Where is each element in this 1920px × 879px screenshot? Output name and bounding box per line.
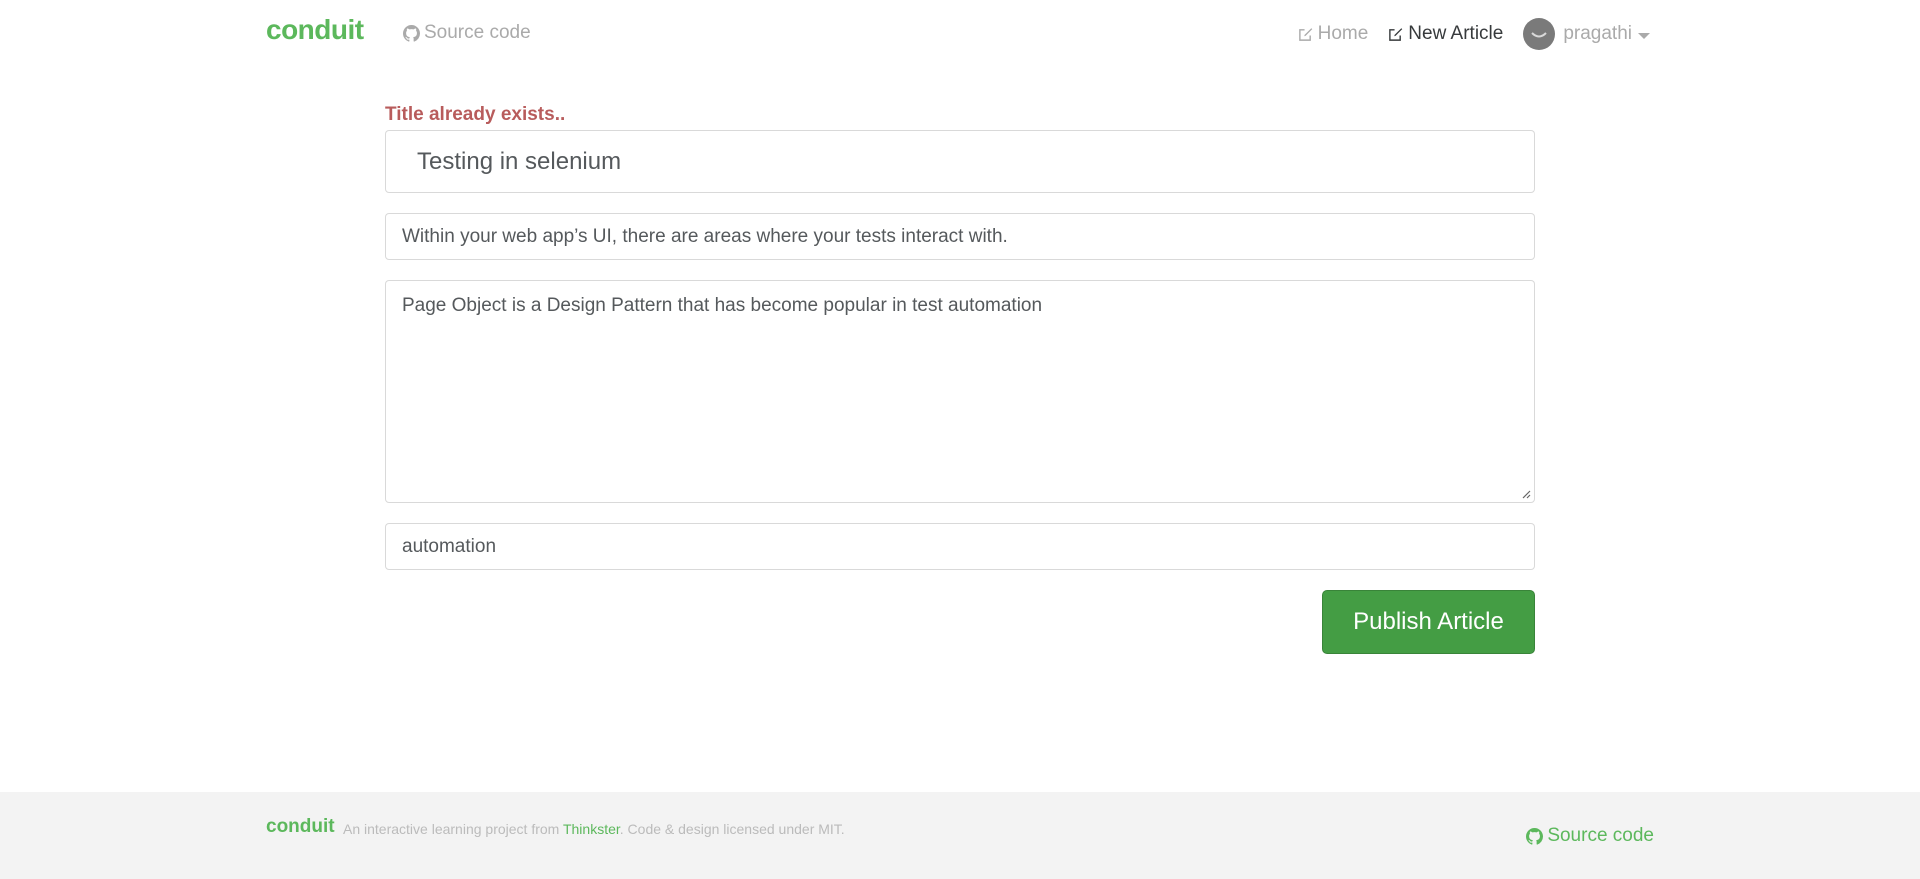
publish-row: Publish Article [385,590,1535,654]
nav-home-label: Home [1317,23,1369,44]
source-code-label: Source code [424,22,531,43]
username: pragathi [1563,23,1632,44]
article-title-input[interactable]: Testing in selenium [385,130,1535,193]
article-body-textarea[interactable]: Page Object is a Design Pattern that has… [385,280,1535,503]
thinkster-link[interactable]: Thinkster [563,821,620,837]
nav-new-article-label: New Article [1408,23,1504,44]
footer-text-before: An interactive learning project from [343,821,563,837]
error-message: Title already exists.. [385,104,566,125]
brand-logo[interactable]: conduit [266,14,364,46]
footer: conduit An interactive learning project … [0,792,1920,879]
resize-handle-icon[interactable] [1521,489,1531,499]
user-menu[interactable]: pragathi [1523,18,1650,50]
publish-article-button[interactable]: Publish Article [1322,590,1535,654]
nav-menu: Home New Article pragathi [1278,16,1650,52]
github-icon [1526,827,1544,845]
github-icon [403,24,420,42]
source-code-link[interactable]: Source code [403,22,531,44]
footer-source-code-label: Source code [1547,825,1654,846]
edit-icon [1298,27,1312,41]
footer-attribution: An interactive learning project from Thi… [343,821,845,837]
footer-brand-logo[interactable]: conduit [266,816,335,838]
footer-source-code-link[interactable]: Source code [1526,825,1654,847]
avatar [1523,18,1556,50]
caret-down-icon [1638,32,1650,39]
article-description-input[interactable]: Within your web app’s UI, there are area… [385,213,1535,260]
new-article-icon [1389,27,1403,41]
article-editor: Title already exists.. Testing in seleni… [385,100,1535,654]
nav-new-article[interactable]: New Article [1388,23,1503,45]
nav-home[interactable]: Home [1298,23,1369,45]
avatar-smiley-icon [1531,32,1548,38]
navbar: conduit Source code Home New Article pra… [0,0,1920,68]
footer-text-after: . Code & design licensed under MIT. [619,821,845,837]
article-tags-input[interactable]: automation [385,523,1535,570]
article-body-text: Page Object is a Design Pattern that has… [402,295,1043,316]
